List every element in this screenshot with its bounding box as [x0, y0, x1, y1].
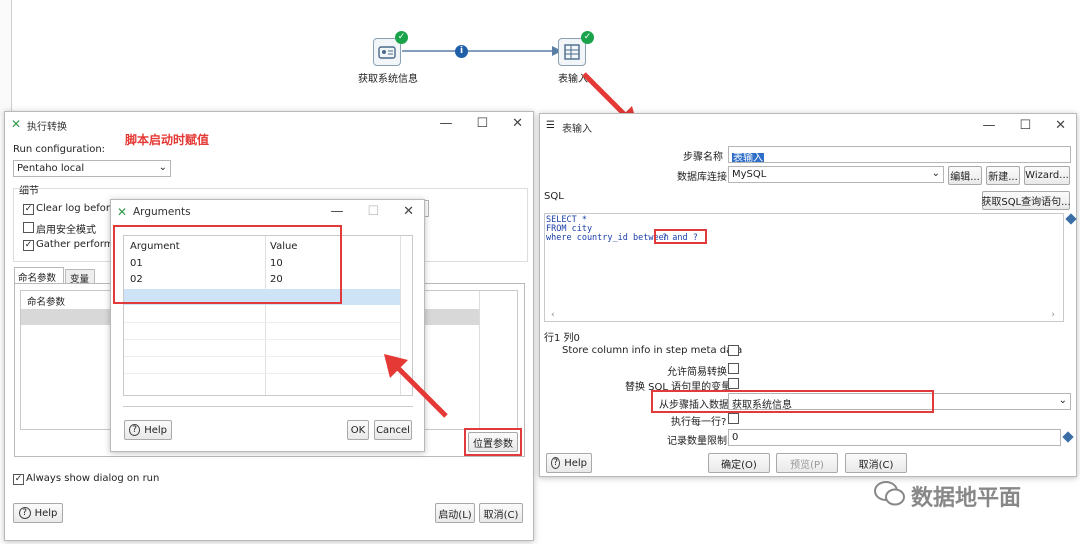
exec-each-row-checkbox[interactable]	[728, 413, 739, 424]
store-column-label: Store column info in step meta data	[562, 345, 743, 356]
chevron-down-icon: ⌄	[158, 162, 167, 173]
exec-each-row-label: 执行每一行?	[671, 417, 727, 428]
close-icon[interactable]: ✕	[512, 116, 523, 131]
highlight-placeholders	[654, 229, 707, 244]
arguments-dialog: ✕ Arguments — ☐ ✕ Argument Value 01 10 02 …	[110, 199, 425, 452]
highlight-insert-from	[651, 390, 934, 413]
run-config-select[interactable]: Pentaho local ⌄	[13, 160, 171, 177]
kettle-icon: ✕	[11, 117, 22, 131]
new-button[interactable]: 新建...	[986, 166, 1020, 185]
preview-button[interactable]: 预览(P)	[776, 453, 838, 473]
start-button[interactable]: 启动(L)	[435, 503, 475, 523]
title-bar: ✕ Arguments — ☐ ✕	[111, 200, 424, 226]
window-title: 执行转换	[27, 122, 67, 133]
node-label-get-system-info: 获取系统信息	[358, 74, 418, 85]
step-name-input[interactable]: 表输入	[728, 146, 1071, 163]
scroll-left-icon[interactable]: ‹	[551, 310, 555, 320]
help-icon: ?	[18, 507, 31, 519]
ok-button[interactable]: 确定(O)	[708, 453, 770, 473]
tab-named-params[interactable]: 命名参数	[14, 267, 64, 284]
maximize-icon[interactable]: ☐	[1019, 118, 1031, 133]
divider	[123, 406, 413, 407]
safe-mode-checkbox[interactable]	[23, 222, 34, 233]
cancel-button[interactable]: Cancel	[374, 420, 412, 440]
kettle-icon: ✕	[117, 205, 128, 219]
table-icon	[564, 44, 580, 60]
sql-editor[interactable]: SELECT * FROM city where country_id betw…	[544, 213, 1064, 322]
db-connection-label: 数据库连接	[677, 172, 727, 183]
help-button[interactable]: ? Help	[546, 453, 592, 473]
minimize-icon[interactable]: —	[982, 118, 995, 133]
grid-row-line	[124, 322, 400, 323]
lazy-conversion-label: 允许简易转换	[667, 367, 727, 378]
hop-info-icon[interactable]: i	[455, 45, 468, 58]
always-show-checkbox[interactable]: ✓	[13, 474, 24, 485]
annotation-text: 脚本启动时赋值	[125, 133, 210, 147]
safe-mode-label: 启用安全模式	[36, 225, 96, 236]
db-connection-select[interactable]: MySQL ⌄	[728, 166, 944, 183]
grid-row-line	[124, 339, 400, 340]
close-icon[interactable]: ✕	[403, 204, 414, 219]
step-node-table-input[interactable]	[558, 38, 586, 66]
clear-log-label: Clear log before	[36, 203, 116, 214]
table-input-dialog: ☰ 表输入 — ☐ ✕ 步骤名称 表输入 数据库连接 MySQL ⌄ 编辑... 新建…	[539, 113, 1077, 477]
table-input-icon: ☰	[546, 120, 555, 131]
dialog-title: Arguments	[133, 206, 191, 218]
edit-button[interactable]: 编辑...	[948, 166, 982, 185]
help-icon: ?	[551, 457, 561, 469]
ok-button[interactable]: OK	[347, 420, 369, 440]
highlight-arguments	[113, 225, 342, 304]
chevron-down-icon: ⌄	[931, 168, 940, 179]
gather-metrics-label: Gather performa	[36, 239, 120, 250]
run-config-label: Run configuration:	[13, 144, 106, 155]
cancel-button[interactable]: 取消(C)	[479, 503, 523, 523]
maximize-icon[interactable]: ☐	[476, 116, 488, 131]
limit-input[interactable]: 0	[728, 429, 1061, 446]
gather-metrics-checkbox[interactable]: ✓	[23, 240, 34, 251]
background-window-edge	[0, 0, 12, 116]
column-header-named-params: 命名参数	[27, 297, 66, 308]
minimize-icon[interactable]: —	[439, 116, 452, 131]
chevron-down-icon: ⌄	[1058, 395, 1067, 406]
grid-row-line	[124, 356, 400, 357]
wizard-button[interactable]: Wizard...	[1024, 166, 1070, 185]
minimize-icon[interactable]: —	[330, 204, 343, 219]
close-icon[interactable]: ✕	[1055, 118, 1066, 133]
cancel-button[interactable]: 取消(C)	[845, 453, 907, 473]
maximize-icon[interactable]: ☐	[367, 204, 379, 219]
limit-label: 记录数量限制	[667, 436, 727, 447]
help-button[interactable]: ? Help	[13, 503, 63, 523]
step-name-label: 步骤名称	[683, 152, 723, 163]
system-info-icon	[378, 46, 396, 59]
title-bar: ✕ 执行转换 — ☐ ✕	[5, 112, 533, 138]
grid-row-line	[124, 373, 400, 374]
help-button[interactable]: ? Help	[124, 420, 172, 440]
wechat-logo-icon	[873, 480, 907, 508]
store-column-checkbox[interactable]	[728, 345, 739, 356]
tab-variables[interactable]: 变量	[65, 269, 95, 285]
success-check-icon: ✓	[581, 31, 594, 44]
clear-log-checkbox[interactable]: ✓	[23, 204, 34, 215]
sql-line: where country_id between	[546, 233, 669, 243]
info-diamond-icon	[1065, 213, 1077, 225]
info-diamond-icon	[1062, 431, 1074, 443]
get-sql-button[interactable]: 获取SQL查询语句...	[981, 191, 1071, 210]
hop-arrow	[402, 46, 562, 56]
scroll-right-icon[interactable]: ›	[1051, 310, 1055, 320]
always-show-label: Always show dialog on run	[26, 473, 160, 484]
cursor-position: 行1 列0	[544, 333, 580, 344]
title-bar: ☰ 表输入 — ☐ ✕	[540, 114, 1076, 140]
lazy-conversion-checkbox[interactable]	[728, 363, 739, 374]
sql-label: SQL	[544, 191, 564, 202]
watermark-text: 数据地平面	[911, 486, 1022, 511]
annotation-arrow-args	[384, 354, 448, 418]
dialog-title: 表输入	[562, 124, 592, 135]
replace-vars-checkbox[interactable]	[728, 378, 739, 389]
help-icon: ?	[129, 424, 141, 436]
highlight-position-params	[464, 428, 522, 456]
grid-col-divider	[479, 291, 480, 429]
